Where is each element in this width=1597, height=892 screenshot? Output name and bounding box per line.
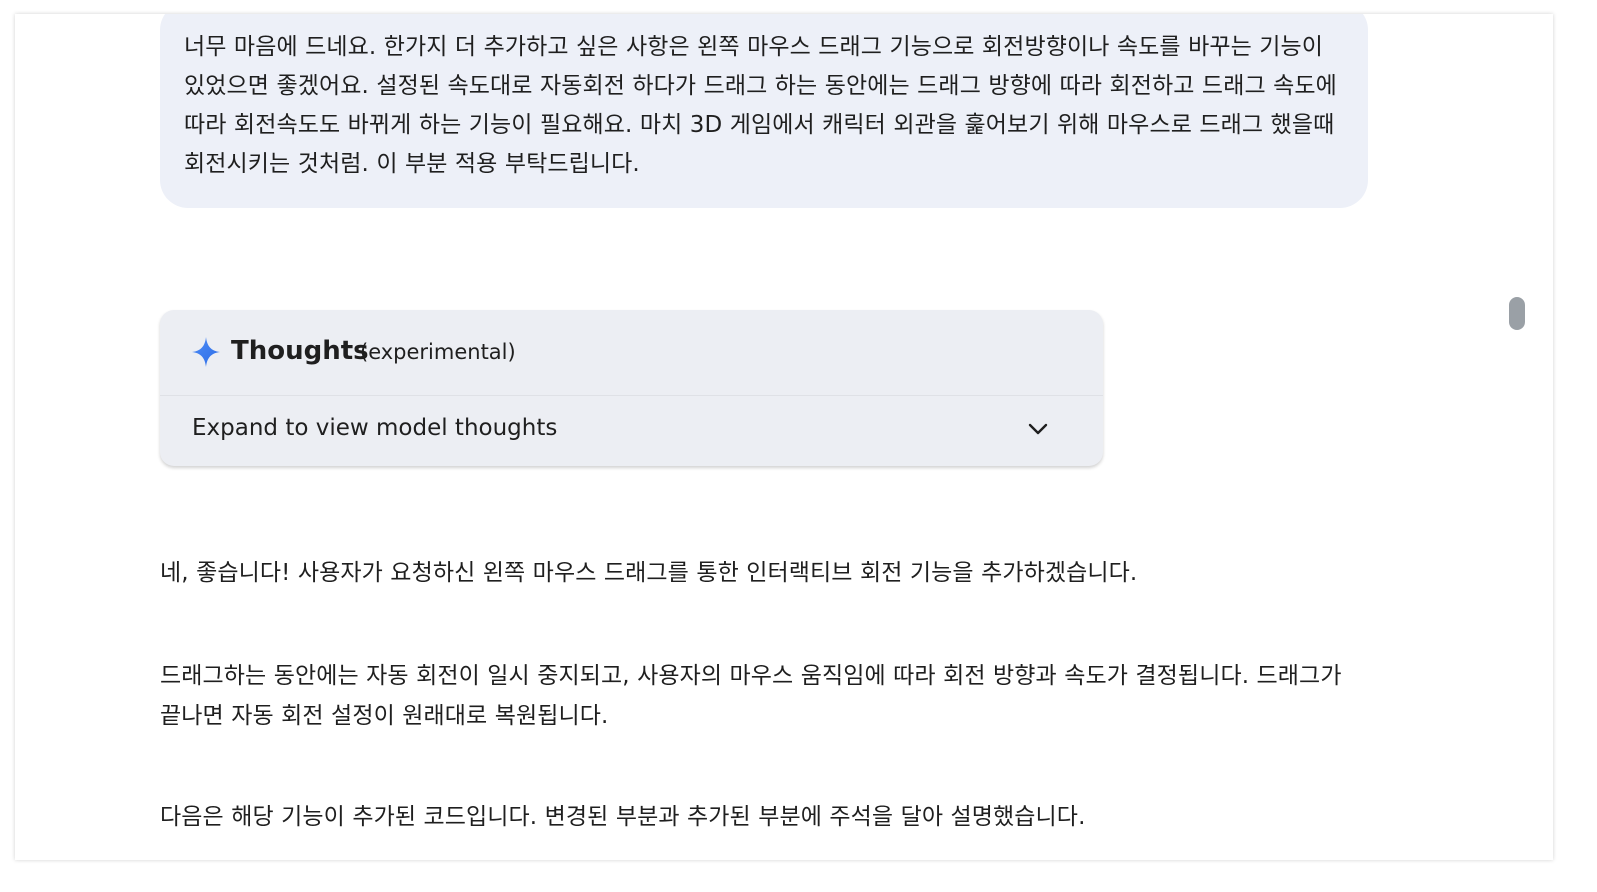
- thoughts-subtitle: (experimental): [360, 340, 516, 364]
- response-paragraph: 드래그하는 동안에는 자동 회전이 일시 중지되고, 사용자의 마우스 움직임에…: [160, 656, 1360, 736]
- chat-window: 너무 마음에 드네요. 한가지 더 추가하고 싶은 사항은 왼쪽 마우스 드래그…: [15, 14, 1553, 860]
- sparkle-icon: [192, 337, 220, 367]
- expand-thoughts-button[interactable]: Expand to view model thoughts: [160, 396, 1103, 466]
- response-paragraph: 네, 좋습니다! 사용자가 요청하신 왼쪽 마우스 드래그를 통한 인터랙티브 …: [160, 553, 1360, 593]
- user-message-bubble: 너무 마음에 드네요. 한가지 더 추가하고 싶은 사항은 왼쪽 마우스 드래그…: [160, 14, 1368, 208]
- thoughts-header: Thoughts (experimental): [160, 310, 1103, 396]
- thoughts-title: Thoughts: [231, 336, 369, 366]
- user-message-text: 너무 마음에 드네요. 한가지 더 추가하고 싶은 사항은 왼쪽 마우스 드래그…: [184, 34, 1337, 177]
- thoughts-panel: Thoughts (experimental) Expand to view m…: [160, 310, 1103, 466]
- response-paragraph-text: 네, 좋습니다! 사용자가 요청하신 왼쪽 마우스 드래그를 통한 인터랙티브 …: [160, 560, 1138, 586]
- response-paragraph-text: 드래그하는 동안에는 자동 회전이 일시 중지되고, 사용자의 마우스 움직임에…: [160, 663, 1342, 729]
- response-paragraph-text: 다음은 해당 기능이 추가된 코드입니다. 변경된 부분과 추가된 부분에 주석…: [160, 804, 1086, 830]
- chevron-down-icon[interactable]: [1028, 422, 1048, 436]
- scrollbar-thumb[interactable]: [1509, 297, 1525, 330]
- expand-thoughts-label: Expand to view model thoughts: [192, 415, 558, 441]
- response-paragraph: 다음은 해당 기능이 추가된 코드입니다. 변경된 부분과 추가된 부분에 주석…: [160, 797, 1360, 837]
